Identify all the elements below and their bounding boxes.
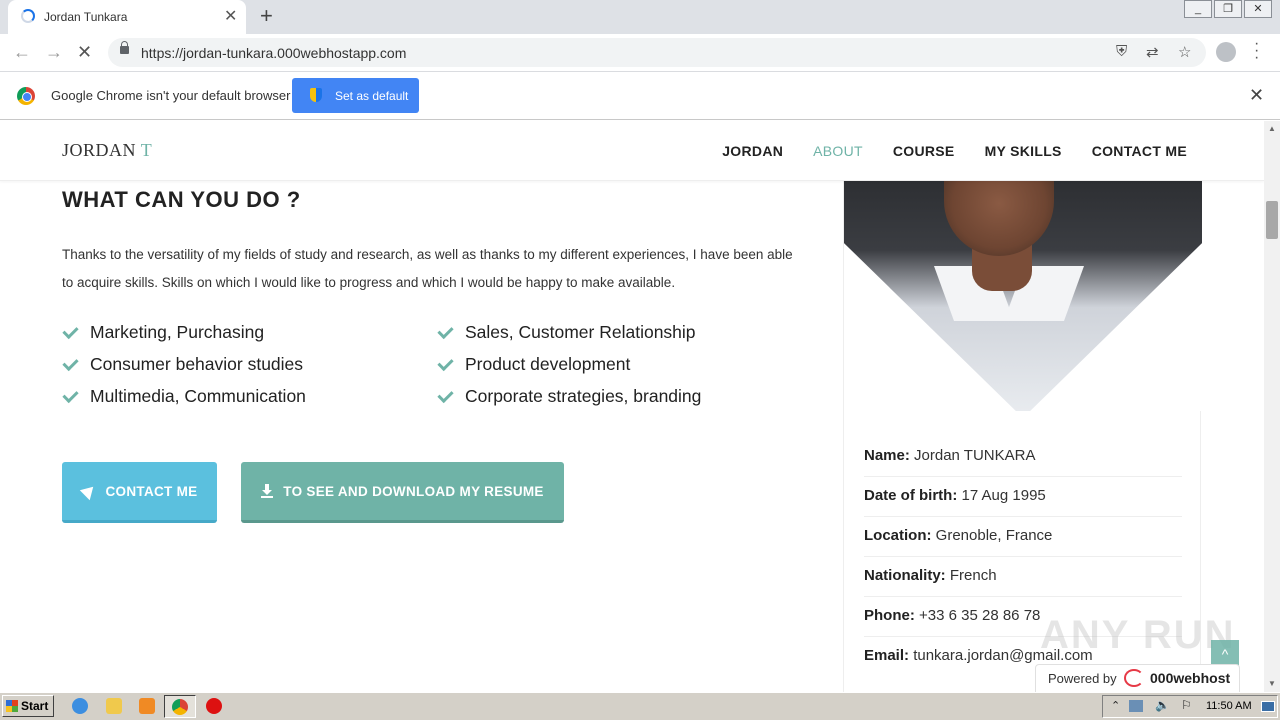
nav-about[interactable]: ABOUT (813, 143, 863, 159)
url-text[interactable]: https://jordan-tunkara.000webhostapp.com (141, 45, 406, 61)
paper-plane-icon (79, 481, 98, 501)
window-close-icon[interactable]: ✕ (1244, 0, 1272, 18)
scroll-down-icon[interactable]: ▼ (1268, 679, 1276, 688)
stop-reload-icon[interactable]: ✕ (77, 42, 92, 63)
browser-toolbar: ← → ✕ https://jordan-tunkara.000webhosta… (0, 34, 1280, 72)
check-icon (62, 324, 78, 340)
check-icon (62, 356, 78, 372)
infobar-message: Google Chrome isn't your default browser (51, 88, 291, 103)
skill-item: Multimedia, Communication (62, 385, 437, 407)
nav-my-skills[interactable]: MY SKILLS (985, 143, 1062, 159)
system-tray: ⌃ 🔈 ⚐ 11:50 AM (1102, 695, 1278, 718)
browser-tab[interactable]: Jordan Tunkara ✕ (8, 0, 246, 34)
forward-icon[interactable]: → (45, 42, 63, 63)
detail-nationality: Nationality: French (864, 557, 1182, 597)
address-bar[interactable]: https://jordan-tunkara.000webhostapp.com… (108, 38, 1206, 67)
default-browser-infobar: Google Chrome isn't your default browser… (0, 72, 1280, 120)
scroll-thumb[interactable] (1266, 201, 1278, 239)
chrome-logo-icon (17, 87, 35, 105)
skill-item: Corporate strategies, branding (437, 385, 782, 407)
tab-strip: Jordan Tunkara ✕ + _ ❐ ✕ (0, 0, 1280, 34)
chevron-up-icon: ^ (1221, 646, 1229, 662)
webhost-logo-icon (1124, 669, 1144, 687)
restore-icon[interactable]: ❐ (1214, 0, 1242, 18)
site-logo[interactable]: JORDAN T (62, 140, 152, 161)
infobar-close-icon[interactable]: ✕ (1249, 85, 1264, 106)
contact-me-label: CONTACT ME (105, 483, 198, 499)
action-center-flag-icon[interactable]: ⚐ (1181, 698, 1192, 712)
menu-icon[interactable]: · · · (1254, 36, 1259, 66)
detail-birth-date: Date of birth: 17 Aug 1995 (864, 477, 1182, 517)
webhost-name: 000webhost (1150, 670, 1231, 686)
powered-by-label: Powered by (1048, 671, 1117, 686)
nav-contact-me[interactable]: CONTACT ME (1092, 143, 1187, 159)
start-button[interactable]: Start (2, 695, 54, 717)
new-tab-button[interactable]: + (260, 3, 273, 29)
translate-icon[interactable]: ⇄ (1146, 43, 1159, 61)
window-controls: _ ❐ ✕ (1182, 0, 1272, 18)
section-heading: WHAT CAN YOU DO ? (62, 187, 301, 212)
chrome-taskbar-button[interactable] (164, 695, 196, 718)
nav-jordan[interactable]: JORDAN (722, 143, 783, 159)
media-player-icon[interactable] (139, 698, 155, 714)
set-as-default-button[interactable]: Set as default (292, 78, 419, 113)
site-header: JORDAN T JORDAN ABOUT COURSE MY SKILLS C… (0, 121, 1264, 181)
web-page: JORDAN T JORDAN ABOUT COURSE MY SKILLS C… (0, 121, 1264, 692)
brand-initial: T (140, 140, 153, 160)
windows-logo-icon (6, 700, 18, 712)
tab-close-icon[interactable]: ✕ (224, 6, 237, 26)
check-icon (437, 388, 453, 404)
intro-paragraph: Thanks to the versatility of my fields o… (62, 247, 793, 290)
start-label: Start (21, 699, 49, 713)
check-icon (437, 356, 453, 372)
page-scrollbar[interactable]: ▲ ▼ (1264, 121, 1280, 692)
back-icon[interactable]: ← (13, 42, 31, 63)
windows-taskbar: Start ⌃ 🔈 ⚐ 11:50 AM (0, 692, 1280, 720)
folder-icon[interactable] (106, 698, 122, 714)
opera-icon[interactable] (206, 698, 222, 714)
tab-title: Jordan Tunkara (44, 10, 128, 24)
brand-name: JORDAN (62, 140, 137, 160)
uac-shield-icon (310, 88, 322, 102)
download-resume-label: TO SEE AND DOWNLOAD MY RESUME (283, 483, 544, 499)
chrome-icon (172, 699, 188, 715)
loading-spinner-icon (21, 9, 35, 23)
minimize-icon[interactable]: _ (1184, 0, 1212, 18)
network-icon[interactable] (1129, 700, 1143, 712)
main-nav: JORDAN ABOUT COURSE MY SKILLS CONTACT ME (722, 143, 1187, 159)
download-icon (261, 484, 274, 498)
check-icon (437, 324, 453, 340)
tray-expand-icon[interactable]: ⌃ (1111, 699, 1120, 712)
taskbar-clock[interactable]: 11:50 AM (1206, 700, 1252, 712)
skill-item: Marketing, Purchasing (62, 321, 437, 343)
set-as-default-label: Set as default (335, 89, 409, 103)
powered-by-badge[interactable]: Powered by 000webhost (1035, 664, 1240, 692)
detail-name: Name: Jordan TUNKARA (864, 437, 1182, 477)
internet-explorer-icon[interactable] (72, 698, 88, 714)
skill-item: Consumer behavior studies (62, 353, 437, 375)
check-icon (62, 388, 78, 404)
profile-avatar[interactable] (1216, 42, 1236, 62)
shield-blocked-icon[interactable]: ⛨ (1116, 43, 1127, 60)
download-resume-button[interactable]: TO SEE AND DOWNLOAD MY RESUME (241, 462, 564, 523)
bookmark-star-icon[interactable]: ☆ (1178, 43, 1191, 61)
scroll-up-icon[interactable]: ▲ (1268, 124, 1276, 133)
profile-photo (844, 181, 1202, 411)
detail-location: Location: Grenoble, France (864, 517, 1182, 557)
contact-me-button[interactable]: CONTACT ME (62, 462, 217, 523)
skill-item: Sales, Customer Relationship (437, 321, 782, 343)
show-desktop-icon[interactable] (1261, 701, 1275, 712)
skill-item: Product development (437, 353, 782, 375)
anyrun-watermark: ANY RUN (1040, 613, 1236, 657)
skills-list: Marketing, Purchasing Sales, Customer Re… (62, 321, 782, 407)
volume-icon[interactable]: 🔈 (1155, 698, 1170, 712)
nav-course[interactable]: COURSE (893, 143, 955, 159)
lock-icon[interactable] (120, 41, 129, 54)
